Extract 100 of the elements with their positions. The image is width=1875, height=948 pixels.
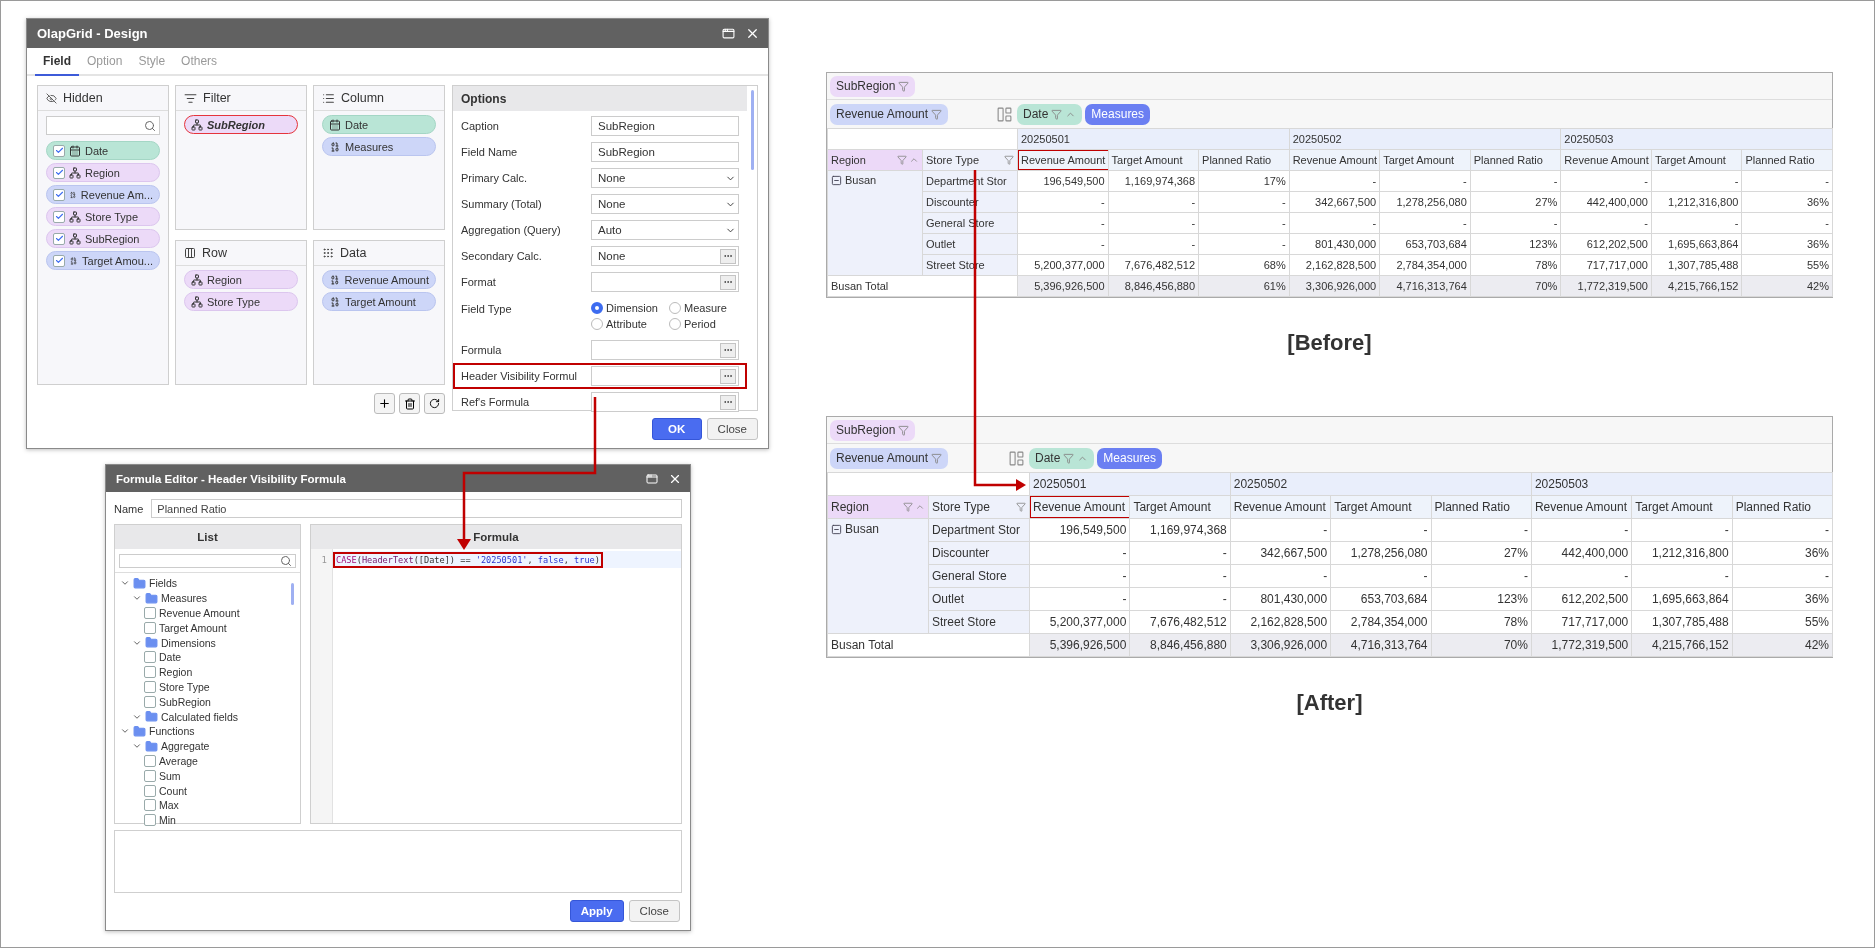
input-field[interactable]	[591, 392, 739, 412]
checkbox[interactable]	[53, 166, 65, 179]
field-chip[interactable]: Target Amount	[322, 292, 436, 311]
checkbox[interactable]	[53, 210, 65, 223]
collapse-icon[interactable]	[831, 523, 842, 535]
field-chip[interactable]: SubRegion	[830, 419, 916, 441]
tree-item[interactable]: Fields	[149, 577, 177, 590]
browse-button[interactable]	[720, 274, 736, 290]
field-chip[interactable]: Measures	[1097, 447, 1163, 469]
name-field[interactable]: Planned Ratio	[151, 499, 682, 518]
maximize-icon[interactable]	[722, 27, 735, 40]
checkbox[interactable]	[144, 621, 156, 634]
checkbox[interactable]	[144, 666, 156, 679]
input-field[interactable]: None	[591, 246, 739, 266]
tree-item[interactable]: Sum	[159, 769, 181, 782]
tree-item[interactable]: Min	[159, 814, 176, 827]
filter-icon[interactable]	[898, 80, 910, 92]
sort-icon[interactable]	[909, 155, 919, 165]
tree-item[interactable]: Count	[159, 784, 188, 797]
delete-button[interactable]	[399, 393, 420, 414]
dialog-button[interactable]: Close	[628, 900, 680, 922]
filter-icon[interactable]	[1004, 155, 1014, 165]
dialog-button[interactable]: Close	[706, 418, 758, 440]
filter-icon[interactable]	[931, 452, 943, 464]
filter-icon[interactable]	[1063, 452, 1075, 464]
radio-button[interactable]	[591, 318, 603, 330]
field-chip[interactable]: Revenue Amount	[322, 270, 436, 289]
filter-icon[interactable]	[898, 424, 910, 436]
checkbox[interactable]	[144, 769, 156, 782]
tree-item[interactable]: Measures	[161, 592, 208, 605]
field-chip[interactable]: Date	[1029, 447, 1095, 469]
filter-icon[interactable]	[903, 502, 913, 512]
field-chip[interactable]: Region	[184, 270, 298, 289]
field-chip[interactable]: Measures	[1085, 103, 1151, 125]
checkbox[interactable]	[144, 695, 156, 708]
tree-item[interactable]: Average	[159, 754, 198, 767]
field-chip[interactable]: SubRegion	[46, 229, 160, 248]
select-field[interactable]: None	[591, 168, 739, 188]
field-chip[interactable]: Revenue Amount	[830, 447, 949, 469]
sort-icon[interactable]	[915, 502, 925, 512]
tree-item[interactable]: Target Amount	[159, 621, 227, 634]
checkbox[interactable]	[53, 144, 65, 157]
dialog-button[interactable]: Apply	[569, 900, 624, 922]
radio-button[interactable]	[591, 302, 603, 314]
tree-item[interactable]: Calculated fields	[161, 710, 239, 723]
tree-item[interactable]: Region	[159, 666, 193, 679]
browse-button[interactable]	[720, 368, 736, 384]
checkbox[interactable]	[144, 814, 156, 827]
field-chip[interactable]: Revenue Amount	[830, 103, 949, 125]
filter-icon[interactable]	[1016, 502, 1026, 512]
field-chip[interactable]: Region	[46, 163, 160, 182]
field-chip[interactable]: Store Type	[184, 292, 298, 311]
tree-item[interactable]: SubRegion	[159, 695, 211, 708]
field-chip[interactable]: Date	[1017, 103, 1083, 125]
browse-button[interactable]	[720, 248, 736, 264]
tree-item[interactable]: Functions	[149, 725, 195, 738]
select-field[interactable]: None	[591, 194, 739, 214]
field-chip[interactable]: Store Type	[46, 207, 160, 226]
input-field[interactable]	[591, 340, 739, 360]
tree-item[interactable]: Date	[159, 651, 182, 664]
checkbox[interactable]	[144, 651, 156, 664]
maximize-icon[interactable]	[646, 472, 658, 485]
layout-icon[interactable]	[1008, 449, 1025, 467]
checkbox[interactable]	[53, 188, 65, 201]
dialog-button[interactable]: OK	[651, 418, 702, 440]
checkbox[interactable]	[144, 680, 156, 693]
browse-button[interactable]	[720, 394, 736, 410]
collapse-icon[interactable]	[831, 174, 842, 186]
refresh-button[interactable]	[424, 393, 445, 414]
tree-item[interactable]: Dimensions	[161, 636, 216, 649]
field-chip[interactable]: Target Amou...	[46, 251, 160, 270]
radio-button[interactable]	[669, 318, 681, 330]
row-header[interactable]: Region	[827, 149, 923, 171]
search-field[interactable]	[119, 554, 296, 568]
text-field[interactable]: SubRegion	[591, 116, 739, 136]
radio-button[interactable]	[669, 302, 681, 314]
tree-item[interactable]: Store Type	[159, 680, 210, 693]
add-button[interactable]	[374, 393, 395, 414]
filter-icon[interactable]	[931, 108, 943, 120]
field-chip[interactable]: SubRegion	[830, 75, 916, 97]
checkbox[interactable]	[144, 799, 156, 812]
field-chip[interactable]: Date	[46, 141, 160, 160]
checkbox[interactable]	[144, 754, 156, 767]
field-chip[interactable]: Measures	[322, 137, 436, 156]
search-field[interactable]	[46, 116, 160, 135]
checkbox[interactable]	[144, 607, 156, 619]
text-field[interactable]: SubRegion	[591, 142, 739, 162]
tree-item[interactable]: Revenue Amount	[159, 607, 240, 619]
checkbox[interactable]	[53, 254, 65, 267]
input-field[interactable]	[591, 366, 739, 386]
field-chip[interactable]: Date	[322, 115, 436, 134]
select-field[interactable]: Auto	[591, 220, 739, 240]
row-header[interactable]: Region	[827, 495, 929, 519]
tab[interactable]: Field	[35, 54, 79, 76]
tree-item[interactable]: Max	[159, 799, 179, 812]
close-icon[interactable]	[745, 26, 760, 41]
filter-icon[interactable]	[897, 155, 907, 165]
tree-item[interactable]: Aggregate	[161, 740, 210, 753]
checkbox[interactable]	[53, 232, 65, 245]
filter-icon[interactable]	[1051, 108, 1063, 120]
